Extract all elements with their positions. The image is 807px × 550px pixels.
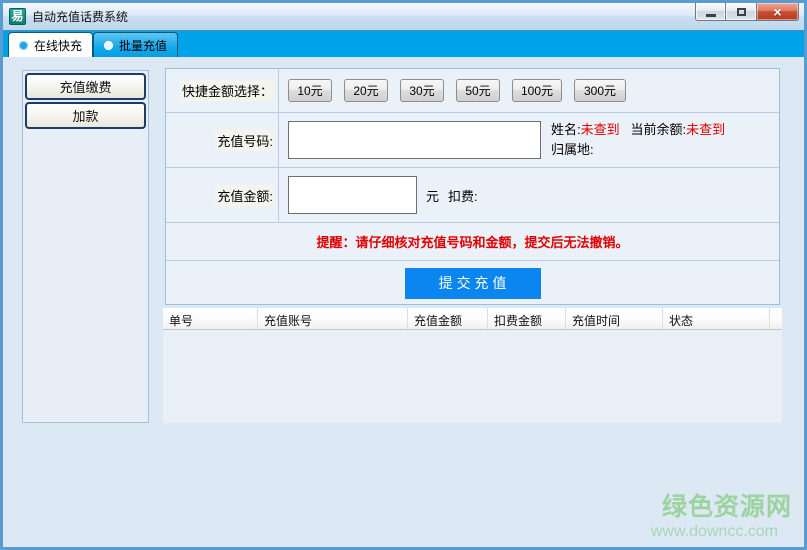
column-time[interactable]: 充值时间 — [566, 308, 663, 329]
phone-number-label: 充值号码: — [215, 129, 275, 151]
caption-buttons: × — [695, 3, 799, 21]
reminder-row: 提醒：请仔细核对充值号码和金额，提交后无法撤销。 — [166, 223, 779, 261]
recharge-form: 快捷金额选择： 10元 20元 30元 50元 100元 300元 充值号码: — [165, 68, 780, 305]
quick-amount-label: 快捷金额选择： — [179, 80, 275, 101]
fee-label: 扣费: — [448, 188, 478, 204]
amount-300-button[interactable]: 300元 — [574, 79, 626, 102]
column-filler — [770, 308, 782, 329]
phone-number-input[interactable] — [288, 121, 541, 159]
region-label: 归属地: — [551, 142, 594, 157]
orders-table: 单号 充值账号 充值金额 扣费金额 充值时间 状态 — [163, 308, 782, 423]
column-amount[interactable]: 充值金额 — [408, 308, 488, 329]
sidebar-panel: 充值缴费 加款 — [22, 70, 149, 423]
minimize-button[interactable] — [695, 3, 726, 21]
amount-100-button[interactable]: 100元 — [512, 79, 562, 102]
phone-number-row: 充值号码: 姓名:未查到 当前余额:未查到 归属地: — [166, 113, 779, 168]
watermark-url: www.downcc.com — [650, 523, 778, 540]
column-fee[interactable]: 扣费金额 — [488, 308, 566, 329]
add-funds-button[interactable]: 加款 — [25, 102, 146, 129]
name-label: 姓名: — [551, 122, 581, 137]
name-value: 未查到 — [580, 122, 620, 137]
submit-recharge-button[interactable]: 提 交 充 值 — [404, 267, 541, 299]
maximize-button[interactable] — [726, 3, 756, 21]
amount-30-button[interactable]: 30元 — [400, 79, 444, 102]
app-logo-icon: 易 — [9, 8, 26, 25]
amount-row: 充值金额: 元 扣费: — [166, 168, 779, 223]
minimize-icon — [705, 13, 716, 17]
close-icon: × — [773, 3, 782, 20]
tab-dot-icon — [104, 40, 114, 50]
quick-amount-row: 快捷金额选择： 10元 20元 30元 50元 100元 300元 — [166, 69, 779, 113]
phone-lookup-info: 姓名:未查到 当前余额:未查到 归属地: — [551, 120, 725, 160]
tab-dot-icon — [19, 40, 28, 50]
orders-table-header: 单号 充值账号 充值金额 扣费金额 充值时间 状态 — [163, 308, 782, 330]
orders-table-body — [163, 330, 782, 423]
submit-row: 提 交 充 值 — [166, 261, 779, 305]
site-watermark: 绿色资源网 www.downcc.com — [651, 487, 792, 541]
column-account[interactable]: 充值账号 — [258, 308, 408, 329]
watermark-title: 绿色资源网 — [661, 493, 792, 521]
amount-10-button[interactable]: 10元 — [288, 79, 332, 102]
column-order-no[interactable]: 单号 — [163, 308, 258, 329]
tab-label: 在线快充 — [34, 38, 83, 53]
amount-20-button[interactable]: 20元 — [344, 79, 388, 102]
reminder-text: 提醒：请仔细核对充值号码和金额，提交后无法撤销。 — [316, 235, 629, 250]
tab-strip: 在线快充 批量充值 — [3, 30, 804, 57]
amount-label: 充值金额: — [215, 184, 275, 206]
tab-batch-recharge[interactable]: 批量充值 — [93, 32, 179, 57]
amount-input[interactable] — [288, 176, 417, 214]
maximize-icon — [736, 7, 746, 16]
recharge-pay-button[interactable]: 充值缴费 — [25, 73, 146, 100]
window-title: 自动充值话费系统 — [32, 10, 129, 24]
tab-label: 批量充值 — [119, 38, 168, 53]
column-status[interactable]: 状态 — [663, 308, 770, 329]
amount-50-button[interactable]: 50元 — [456, 79, 500, 102]
amount-unit-label: 元 — [426, 188, 440, 204]
title-bar: 易 自动充值话费系统 — [3, 3, 804, 30]
balance-value: 未查到 — [686, 122, 726, 137]
app-window: 易 自动充值话费系统 × 在线快充 批量充值 充值缴费 加款 快捷金额选择： 1… — [0, 0, 807, 550]
balance-label: 当前余额: — [630, 122, 687, 137]
main-content: 充值缴费 加款 快捷金额选择： 10元 20元 30元 50元 100元 300… — [3, 57, 804, 547]
close-button[interactable]: × — [756, 3, 799, 21]
tab-online-recharge[interactable]: 在线快充 — [8, 32, 94, 57]
